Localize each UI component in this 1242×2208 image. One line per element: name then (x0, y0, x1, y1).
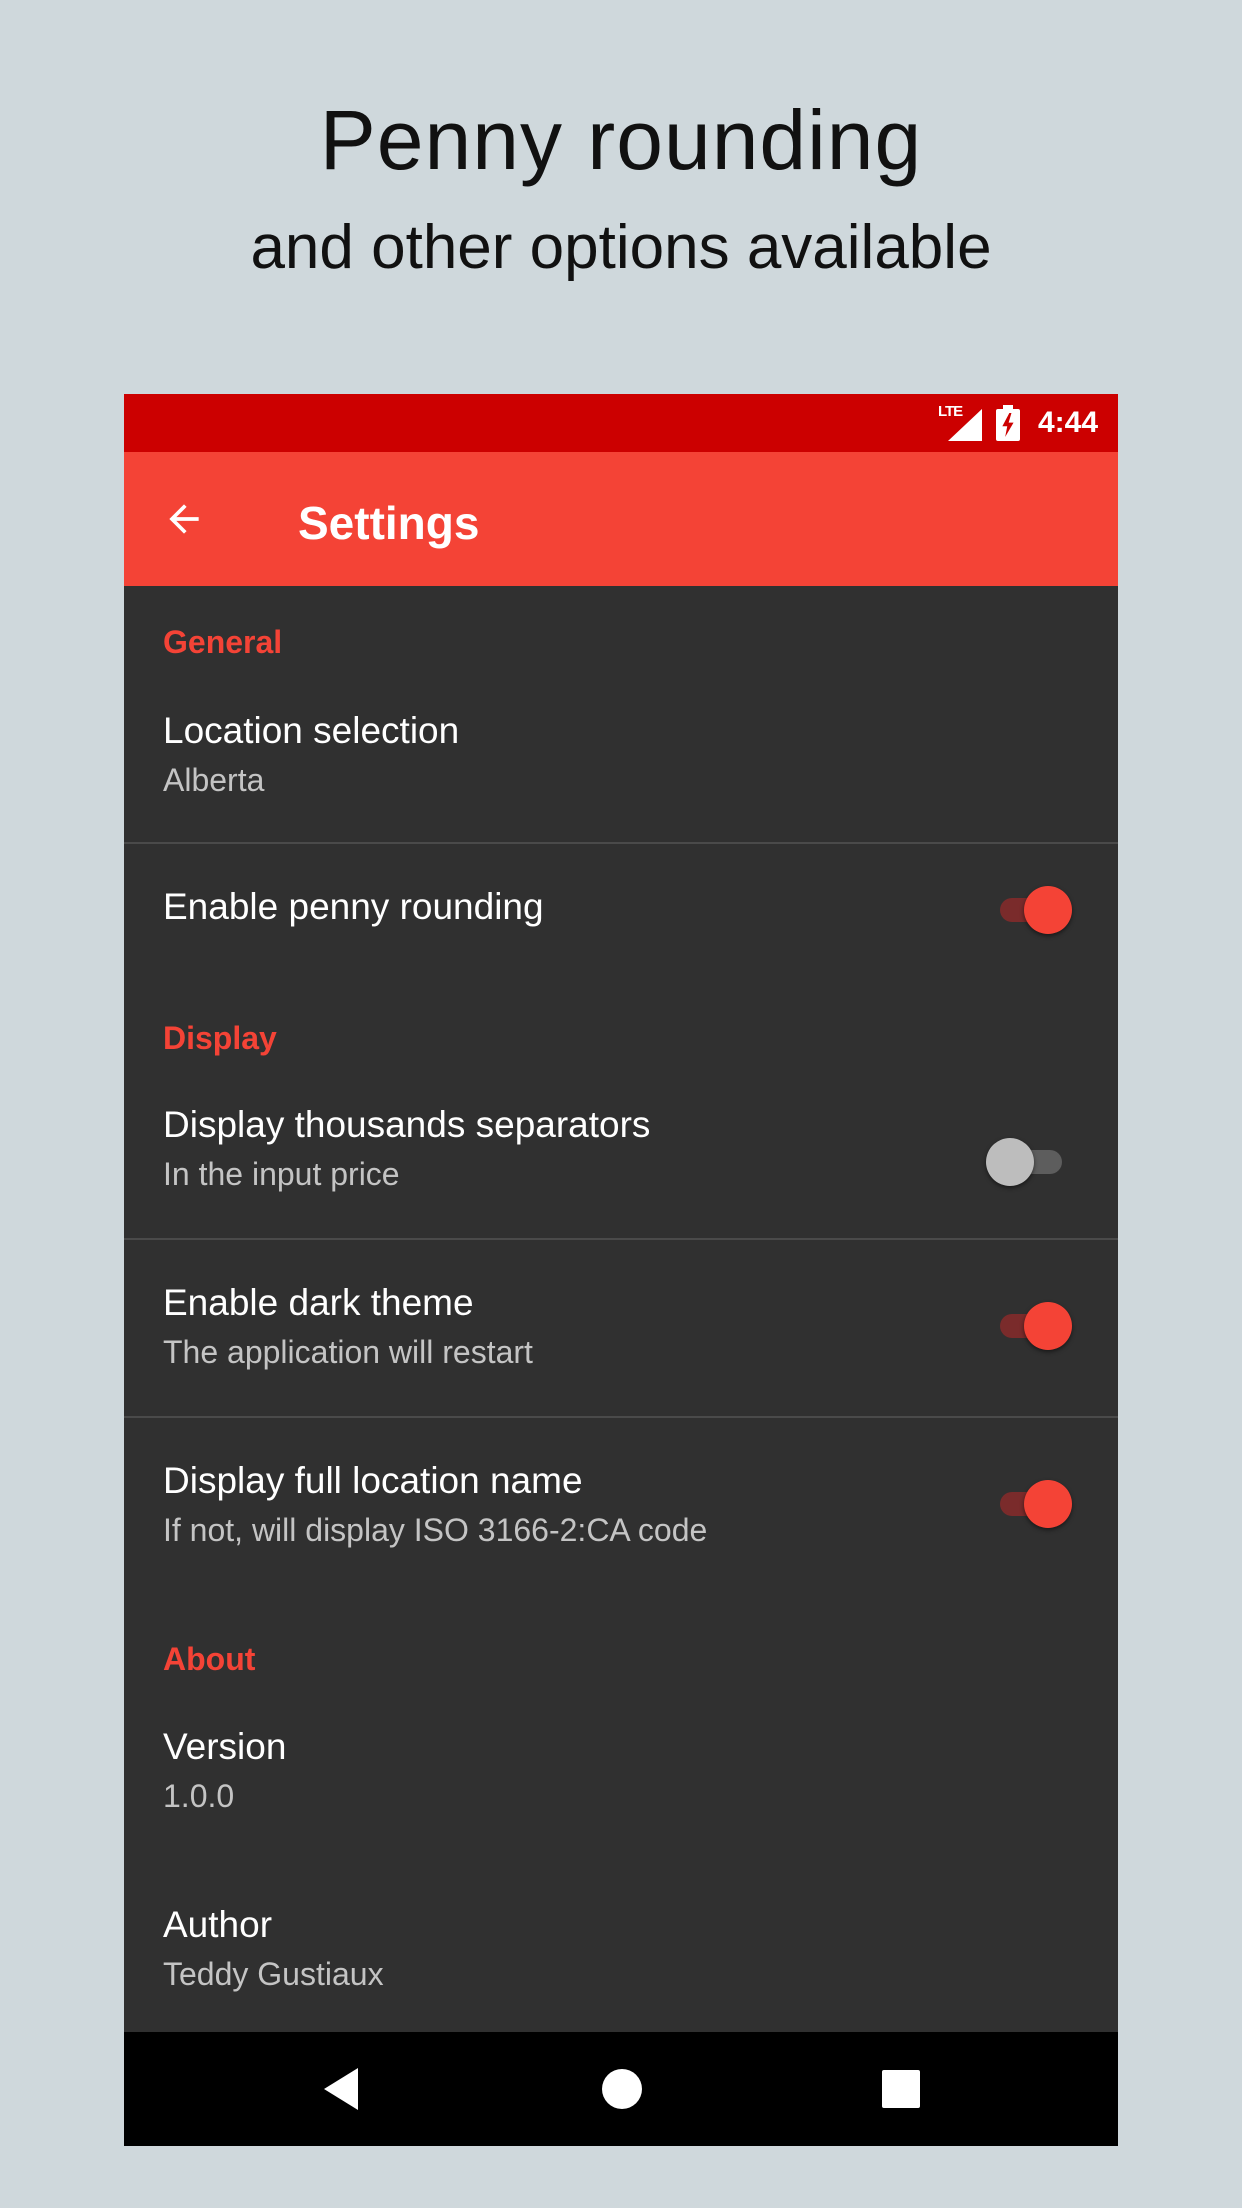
status-time: 4:44 (1037, 406, 1098, 439)
arrow-left-icon (169, 504, 199, 534)
setting-title: Version (163, 1726, 287, 1767)
setting-title: Author (163, 1904, 273, 1945)
page-title: Settings (298, 497, 480, 549)
setting-thousands-separators[interactable]: Display thousands separators In the inpu… (124, 1090, 1118, 1240)
setting-summary: The application will restart (163, 1334, 533, 1370)
back-button[interactable] (150, 485, 218, 553)
signal-icon: LTE (938, 403, 982, 443)
section-header-display: Display (163, 1020, 277, 1056)
phone-screen: LTE 4:44 Settings General Location selec… (124, 394, 1118, 2146)
full-location-name-switch[interactable] (994, 1478, 1072, 1530)
setting-title: Enable penny rounding (163, 886, 544, 927)
section-header-general: General (163, 624, 283, 660)
status-bar: LTE 4:44 (124, 394, 1118, 452)
setting-version[interactable]: Version 1.0.0 (124, 1712, 1118, 1888)
setting-title: Display thousands separators (163, 1104, 651, 1145)
app-bar: Settings (124, 452, 1118, 586)
nav-recents-icon[interactable] (882, 2070, 920, 2108)
promo-subtitle: and other options available (250, 213, 992, 282)
setting-title: Enable dark theme (163, 1282, 474, 1323)
setting-title: Location selection (163, 710, 460, 751)
setting-title: Display full location name (163, 1460, 583, 1501)
setting-summary: In the input price (163, 1156, 400, 1192)
setting-full-location-name[interactable]: Display full location name If not, will … (124, 1418, 1118, 1594)
nav-home-icon[interactable] (602, 2069, 642, 2109)
setting-location-selection[interactable]: Location selection Alberta (124, 696, 1118, 844)
setting-author[interactable]: Author Teddy Gustiaux (124, 1890, 1118, 2030)
section-header-about: About (163, 1641, 256, 1677)
setting-penny-rounding[interactable]: Enable penny rounding (124, 844, 1118, 984)
dark-theme-switch[interactable] (994, 1300, 1072, 1352)
penny-rounding-switch[interactable] (994, 884, 1072, 936)
navigation-bar (124, 2032, 1118, 2146)
setting-summary: Teddy Gustiaux (163, 1956, 384, 1992)
nav-back-icon[interactable] (324, 2068, 358, 2110)
thousands-separators-switch[interactable] (986, 1136, 1072, 1188)
setting-summary: Alberta (163, 762, 265, 798)
setting-summary: 1.0.0 (163, 1778, 235, 1814)
setting-dark-theme[interactable]: Enable dark theme The application will r… (124, 1240, 1118, 1416)
battery-charging-icon (995, 405, 1020, 441)
setting-summary: If not, will display ISO 3166-2:CA code (163, 1512, 708, 1548)
promo-title: Penny rounding (319, 93, 923, 187)
